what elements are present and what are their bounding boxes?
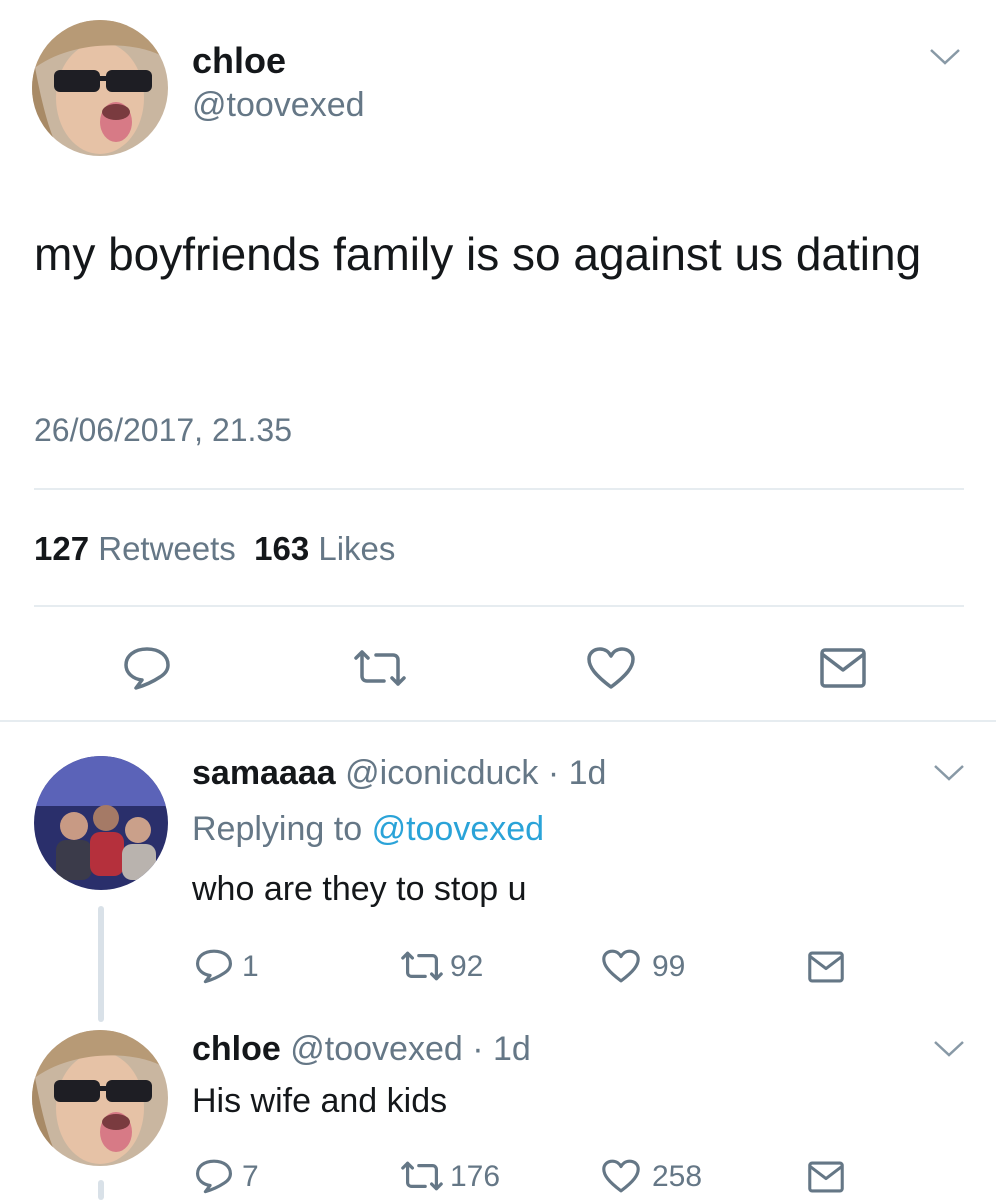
retweet-icon[interactable]: [398, 950, 446, 987]
reply-count: 7: [242, 1160, 259, 1193]
retweet-count: 176: [450, 1160, 501, 1193]
chevron-down-icon[interactable]: [932, 1038, 966, 1065]
author-name[interactable]: chloe: [192, 40, 286, 82]
like-count: 99: [652, 950, 686, 983]
reply-age[interactable]: · 1d: [472, 1030, 531, 1068]
replying-to-link[interactable]: @toovexed: [372, 810, 545, 848]
chevron-down-icon[interactable]: [932, 762, 966, 789]
tweet-text: my boyfriends family is so against us da…: [34, 228, 922, 280]
retweet-count: 92: [450, 950, 484, 983]
avatar[interactable]: [32, 20, 168, 156]
author-handle[interactable]: @toovexed: [192, 86, 365, 125]
thread-line: [98, 906, 104, 1022]
reply-author-handle[interactable]: @iconicduck: [345, 754, 538, 792]
like-icon[interactable]: [600, 1158, 642, 1199]
likes-stat[interactable]: 163 Likes: [254, 530, 395, 567]
divider: [34, 488, 964, 490]
reply-icon[interactable]: [194, 948, 234, 989]
reply-icon[interactable]: [122, 645, 172, 696]
retweets-stat[interactable]: 127 Retweets: [34, 530, 236, 567]
chevron-down-icon[interactable]: [928, 46, 962, 73]
divider: [34, 605, 964, 607]
tweet-stats: 127 Retweets 163 Likes: [34, 530, 395, 568]
like-icon[interactable]: [585, 645, 637, 696]
reply-age[interactable]: · 1d: [548, 754, 607, 792]
reply-author-handle[interactable]: @toovexed: [290, 1030, 463, 1068]
reply-header: samaaaa @iconicduck · 1d: [192, 754, 606, 793]
divider: [0, 720, 996, 722]
reply-icon[interactable]: [194, 1158, 234, 1199]
like-icon[interactable]: [600, 948, 642, 989]
thread-line: [98, 1180, 104, 1200]
retweet-icon[interactable]: [350, 648, 410, 693]
share-icon[interactable]: [818, 646, 868, 695]
reply-author-name[interactable]: chloe: [192, 1030, 281, 1068]
reply-text: who are they to stop u: [192, 870, 527, 908]
reply-text: His wife and kids: [192, 1082, 448, 1120]
reply-count: 1: [242, 950, 259, 983]
share-icon[interactable]: [806, 950, 846, 989]
avatar[interactable]: [34, 756, 168, 890]
tweet-timestamp[interactable]: 26/06/2017, 21.35: [34, 412, 292, 449]
like-count: 258: [652, 1160, 703, 1193]
reply-header: chloe @toovexed · 1d: [192, 1030, 531, 1069]
retweet-icon[interactable]: [398, 1160, 446, 1197]
replying-to: Replying to @toovexed: [192, 810, 545, 848]
share-icon[interactable]: [806, 1160, 846, 1199]
avatar[interactable]: [32, 1030, 168, 1166]
reply-author-name[interactable]: samaaaa: [192, 754, 336, 792]
